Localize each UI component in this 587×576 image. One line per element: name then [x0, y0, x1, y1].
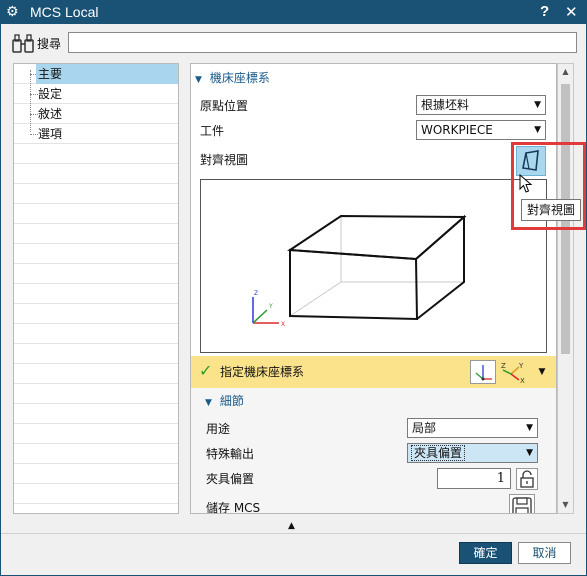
tree-item-description[interactable]: 敘述 — [36, 104, 178, 124]
vertical-scrollbar[interactable]: ▲ ▼ — [557, 63, 574, 514]
collapse-triangle-icon: ▼ — [205, 398, 212, 408]
axis-z-label: Z — [501, 362, 506, 370]
dropdown-arrow-icon: ▼ — [534, 125, 541, 135]
tree-item-main[interactable]: 主要 — [36, 64, 178, 84]
tree-item-options[interactable]: 選項 — [36, 124, 178, 144]
search-input[interactable] — [68, 32, 577, 53]
machine-csys-header[interactable]: ▼ 機床座標系 — [195, 68, 270, 88]
tree-panel: 主要 設定 敘述 選項 — [13, 63, 179, 514]
special-output-value: 夾具偏置 — [410, 445, 466, 461]
details-section: ▼ 細節 用途 局部 ▼ 特殊輸出 夾具偏置 ▼ 夾具偏置 1 儲存 MCS — [191, 388, 556, 514]
workpiece-dropdown[interactable]: WORKPIECE ▼ — [416, 120, 546, 140]
collapse-triangle-icon: ▼ — [195, 75, 202, 85]
origin-label: 原點位置 — [200, 99, 249, 113]
graphics-viewport[interactable]: Z Y X — [200, 179, 547, 353]
collapse-up-arrow-icon[interactable]: ▲ — [288, 520, 295, 532]
save-icon — [512, 497, 532, 513]
purpose-label: 用途 — [206, 422, 231, 436]
save-mcs-button[interactable] — [509, 494, 535, 513]
save-mcs-label: 儲存 MCS — [206, 501, 261, 514]
dropdown-arrow-icon: ▼ — [526, 448, 533, 458]
binoculars-icon — [12, 34, 34, 53]
lock-icon — [520, 470, 534, 488]
tooltip: 對齊視圖 — [521, 199, 581, 221]
orient-view-label: 對齊視圖 — [200, 153, 249, 167]
workpiece-value: WORKPIECE — [421, 123, 493, 137]
specify-mcs-label: 指定機床座標系 — [220, 365, 305, 379]
search-label: 搜尋 — [37, 37, 62, 51]
dropdown-arrow-icon: ▼ — [534, 100, 541, 110]
csys-type-dropdown-arrow[interactable]: ▼ — [535, 360, 549, 384]
special-output-dropdown[interactable]: 夾具偏置 ▼ — [407, 443, 538, 463]
check-icon: ✓ — [199, 361, 213, 380]
csys-dialog-icon — [475, 365, 492, 381]
csys-dialog-button[interactable] — [470, 360, 496, 384]
title-bar: ⚙ MCS Local ? ✕ — [0, 0, 587, 24]
specify-mcs-row[interactable]: ✓ 指定機床座標系 Z Y X ▼ — [191, 356, 556, 388]
axis-x-label: X — [281, 321, 285, 328]
close-button[interactable]: ✕ — [565, 2, 578, 22]
origin-dropdown[interactable]: 根據坯料 ▼ — [416, 95, 546, 115]
workpiece-label: 工件 — [200, 124, 225, 138]
purpose-dropdown[interactable]: 局部 ▼ — [407, 418, 538, 438]
axis-y-label: Y — [518, 362, 524, 370]
main-panel: ▼ 機床座標系 原點位置 根據坯料 ▼ 工件 WORKPIECE ▼ 對齊視圖 — [190, 63, 557, 514]
gear-icon[interactable]: ⚙ — [6, 3, 19, 21]
axis-y-label: Y — [268, 303, 273, 310]
fixture-offset-label: 夾具偏置 — [206, 472, 255, 486]
tree-item-settings[interactable]: 設定 — [36, 84, 178, 104]
machine-csys-title: 機床座標系 — [209, 71, 270, 85]
scroll-down-arrow-icon[interactable]: ▼ — [558, 497, 573, 513]
axis-x-label: X — [520, 377, 525, 384]
axis-z-label: Z — [254, 290, 258, 297]
mouse-cursor-icon — [519, 174, 533, 193]
csys-type-button[interactable]: Z Y X — [499, 360, 529, 385]
scroll-up-arrow-icon[interactable]: ▲ — [558, 64, 573, 80]
purpose-value: 局部 — [412, 421, 437, 435]
window-title: MCS Local — [30, 4, 99, 20]
dropdown-arrow-icon: ▼ — [526, 423, 533, 433]
tree-connector — [30, 70, 31, 132]
origin-value: 根據坯料 — [421, 98, 470, 112]
fixture-offset-input[interactable]: 1 — [437, 468, 511, 489]
cancel-button[interactable]: 取消 — [518, 542, 571, 564]
box-preview: Z Y X — [252, 214, 467, 328]
details-header[interactable]: ▼ 細節 — [205, 391, 244, 411]
ok-button[interactable]: 確定 — [459, 542, 512, 564]
lock-button[interactable] — [516, 468, 538, 490]
details-title: 細節 — [219, 394, 244, 408]
csys-triad-icon: Z Y X — [501, 362, 525, 385]
special-output-label: 特殊輸出 — [206, 447, 255, 461]
footer-divider — [0, 533, 587, 534]
help-button[interactable]: ? — [540, 2, 549, 22]
